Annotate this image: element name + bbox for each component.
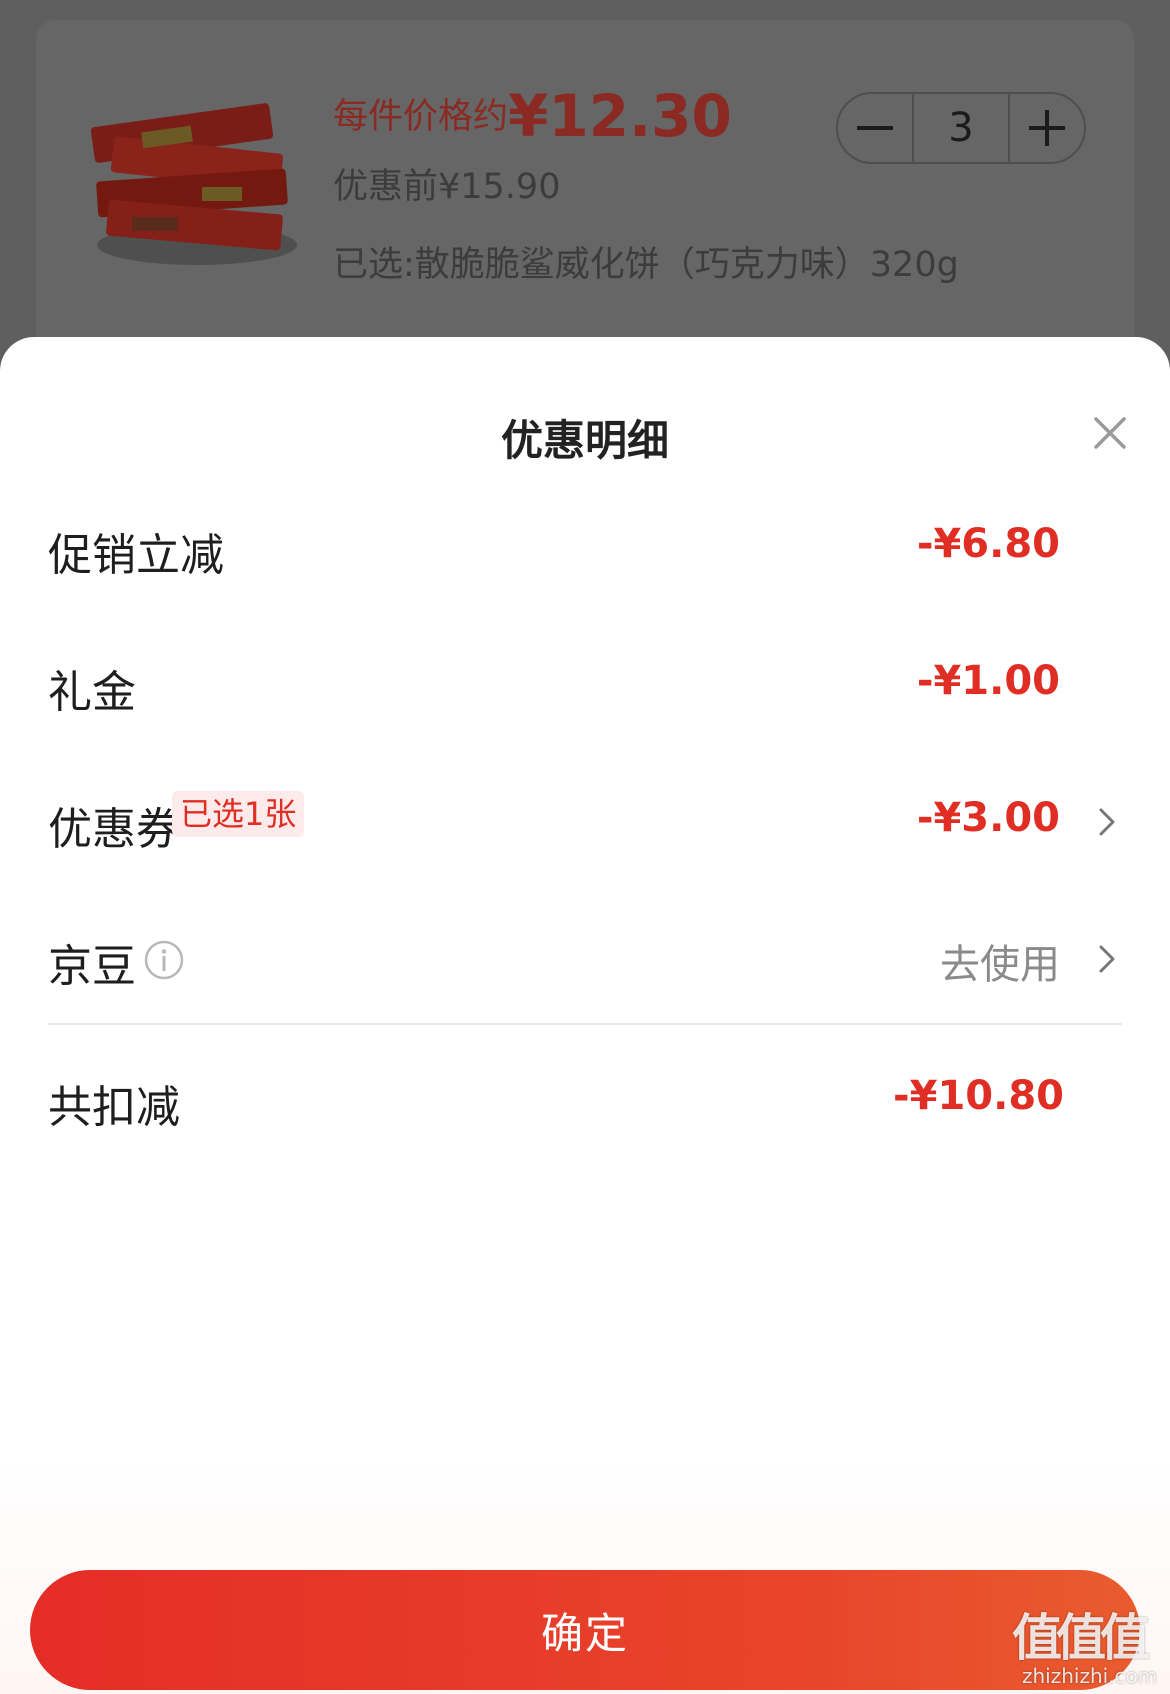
chevron-right-icon (1099, 808, 1115, 836)
watermark-logo: 值值值 (1012, 1609, 1150, 1667)
row-label: 京豆 (48, 941, 136, 992)
close-icon[interactable] (1092, 415, 1128, 451)
row-label: 优惠券 (48, 804, 180, 855)
watermark: 值值值 zhizhizhi.com (1000, 1598, 1170, 1694)
quantity-value[interactable]: 3 (912, 94, 1010, 162)
row-promotion: 促销立减 -¥6.80 (0, 507, 1170, 587)
quantity-stepper: 3 (836, 92, 1086, 164)
divider (48, 1023, 1122, 1025)
coupon-selected-badge: 已选1张 (172, 791, 305, 837)
confirm-button[interactable]: 确定 (30, 1570, 1140, 1690)
chevron-right-icon (1099, 945, 1115, 973)
row-jingdou[interactable]: 京豆 去使用 (0, 918, 1170, 998)
use-jingdou-link[interactable]: 去使用 (940, 932, 1060, 990)
selected-sku[interactable]: 已选:散脆脆鲨威化饼（巧克力味）320g (333, 236, 959, 287)
increase-button[interactable] (1010, 94, 1084, 162)
product-image (90, 103, 297, 265)
decrease-button[interactable] (838, 94, 912, 162)
sheet-title: 优惠明细 (500, 416, 669, 465)
biscuit-packs (90, 103, 288, 251)
row-label: 促销立减 (48, 530, 224, 581)
row-value: -¥6.80 (916, 521, 1060, 567)
row-value: -¥1.00 (916, 658, 1060, 704)
row-gift-money: 礼金 -¥1.00 (0, 644, 1170, 724)
unit-price: 每件价格约¥12.30 (333, 82, 732, 150)
total-label: 共扣减 (48, 1082, 180, 1133)
info-icon[interactable] (144, 940, 184, 980)
row-label: 礼金 (48, 667, 136, 718)
plus-icon (1029, 110, 1065, 146)
row-value: -¥3.00 (916, 795, 1060, 841)
unit-price-label: 每件价格约 (333, 97, 509, 137)
row-coupon[interactable]: 优惠券 已选1张 -¥3.00 (0, 781, 1170, 861)
watermark-url: zhizhizhi.com (1022, 1664, 1158, 1688)
original-price: 优惠前¥15.90 (333, 167, 561, 207)
unit-price-value: ¥12.30 (508, 82, 732, 150)
total-value: -¥10.80 (893, 1073, 1064, 1119)
minus-icon (857, 126, 893, 130)
row-total-deduction: 共扣减 -¥10.80 (0, 1059, 1170, 1139)
